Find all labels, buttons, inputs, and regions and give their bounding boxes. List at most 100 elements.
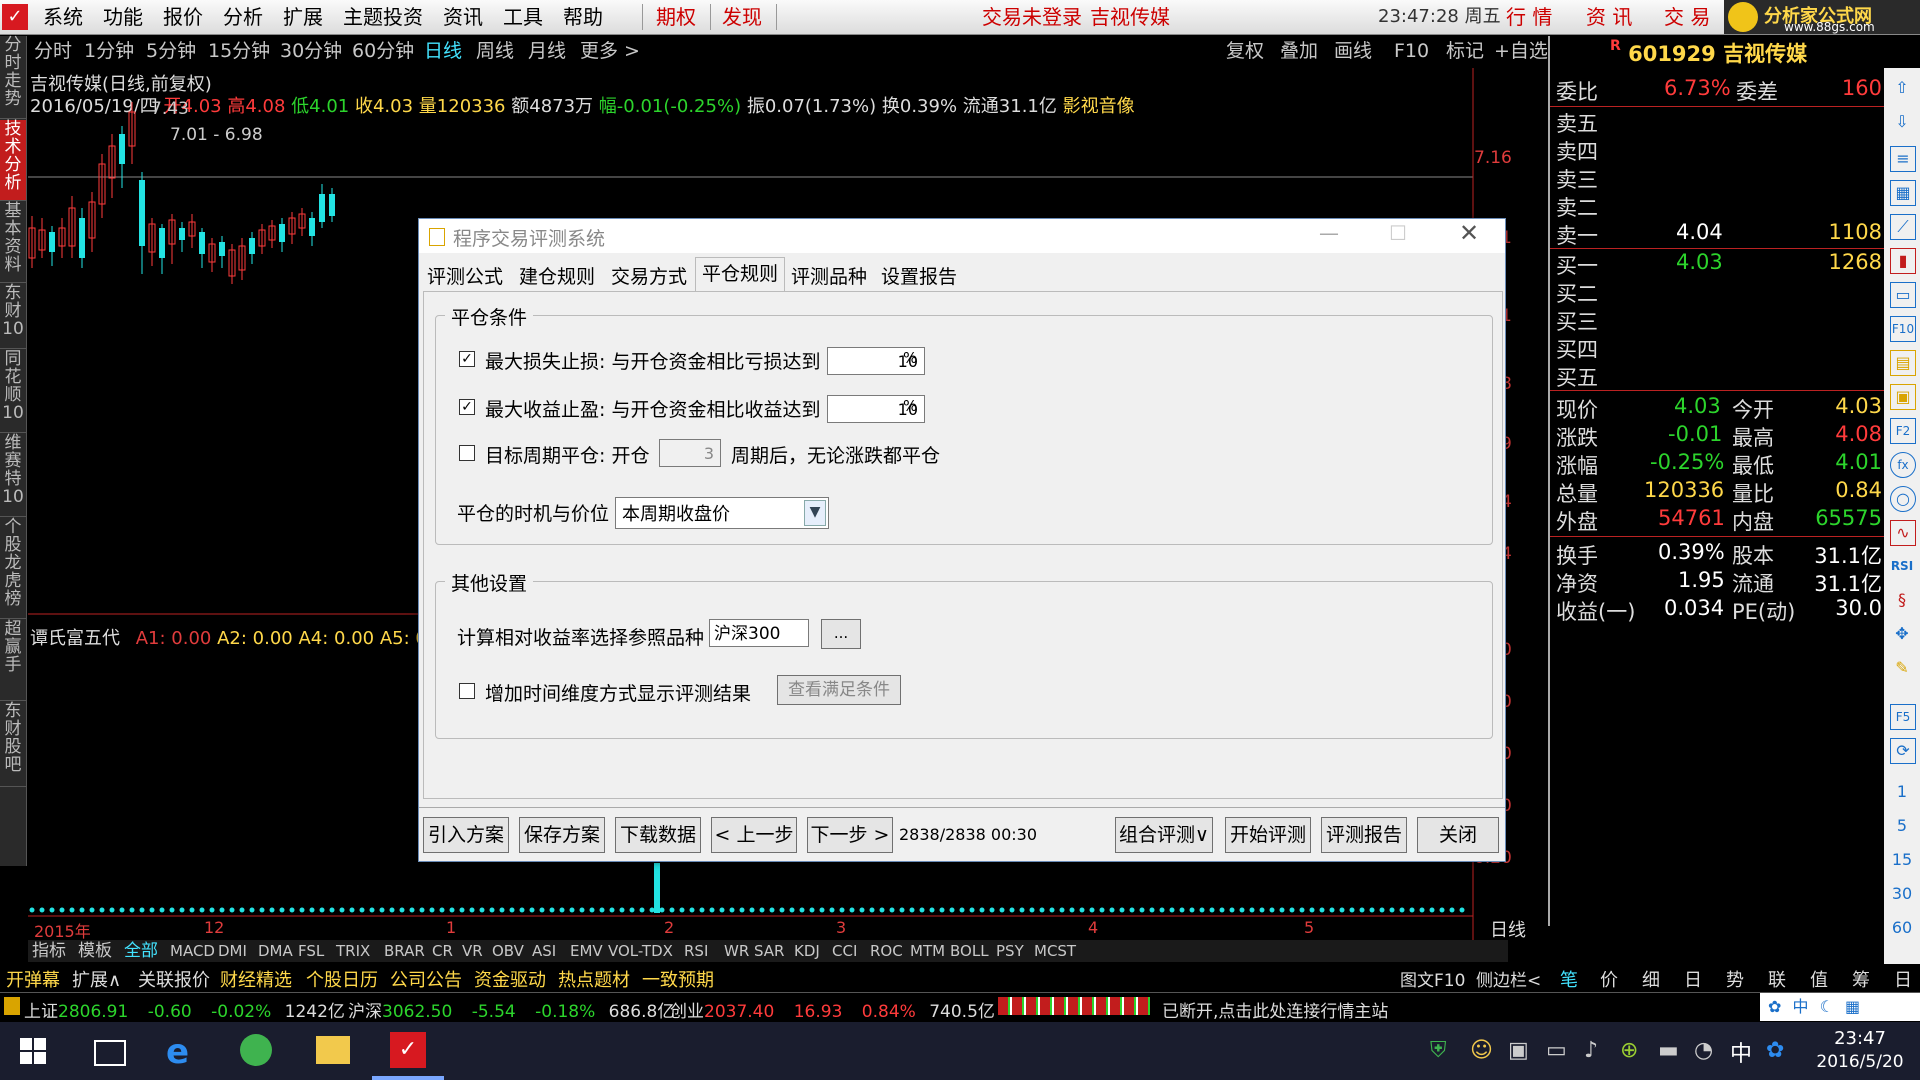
combo-test-button[interactable]: 组合评测∨: [1115, 817, 1213, 853]
pencil-icon[interactable]: ✎: [1890, 656, 1914, 680]
quote-tab-zhi[interactable]: 值: [1810, 966, 1828, 992]
quote-tab-bi[interactable]: 笔: [1560, 966, 1578, 992]
ask-row[interactable]: 卖一 4.04 1108: [1554, 220, 1884, 248]
period-15-link[interactable]: 15: [1890, 848, 1914, 872]
menu-discover[interactable]: 发现: [722, 0, 762, 34]
period-weekly[interactable]: 周线: [476, 36, 514, 66]
doc-icon[interactable]: ▣: [1890, 384, 1916, 410]
bottom-link[interactable]: 关联报价: [138, 966, 210, 992]
target-period-checkbox[interactable]: [459, 445, 475, 461]
quote-tab-shi[interactable]: 势: [1726, 966, 1744, 992]
rsi-icon[interactable]: RSI: [1890, 554, 1914, 578]
tab-formula[interactable]: 评测公式: [427, 261, 503, 293]
indicator-tab[interactable]: 全部: [124, 940, 158, 962]
vtab-eastmoney[interactable]: 东财10: [0, 284, 26, 349]
tab-instrument[interactable]: 评测品种: [791, 261, 867, 293]
bid-row[interactable]: 买三: [1554, 306, 1884, 334]
period-60-link[interactable]: 60: [1890, 916, 1914, 940]
connection-status[interactable]: 已断开,点击此处连接行情主站: [1162, 997, 1388, 1022]
close-timing-select[interactable]: 本周期收盘价 ▼: [615, 497, 829, 529]
bottom-link[interactable]: 一致预期: [642, 966, 714, 992]
indicator-tab[interactable]: RSI: [684, 940, 708, 962]
tab-close-rule[interactable]: 平仓规则: [695, 257, 786, 292]
volume-icon[interactable]: ♪: [1584, 1038, 1598, 1063]
vtab-super[interactable]: 超赢手: [0, 620, 26, 701]
bottom-link[interactable]: 资金驱动: [474, 966, 546, 992]
arrow-up-icon[interactable]: ⇧: [1890, 76, 1914, 100]
menu-extend[interactable]: 扩展: [278, 0, 338, 34]
battery-icon[interactable]: ▬: [1658, 1038, 1679, 1063]
vtab-ths[interactable]: 同花顺10: [0, 350, 26, 433]
vtab-guba[interactable]: 东财股吧: [0, 702, 26, 787]
period-daily[interactable]: 日线: [424, 36, 462, 66]
fx-icon[interactable]: fx: [1890, 452, 1916, 478]
period-5-link[interactable]: 5: [1890, 814, 1914, 838]
indicator-tab[interactable]: WR: [724, 940, 749, 962]
menu-analysis[interactable]: 分析: [218, 0, 278, 34]
tool-fuquan[interactable]: 复权: [1226, 36, 1264, 66]
sh-index[interactable]: 上证2806.91 -0.60 -0.02% 1242亿: [24, 997, 345, 1022]
next-step-button[interactable]: 下一步 >: [807, 817, 893, 853]
indicator-tab[interactable]: SAR: [754, 940, 784, 962]
ask-row[interactable]: 卖五: [1554, 108, 1884, 136]
period-30m[interactable]: 30分钟: [280, 36, 342, 66]
menu-help[interactable]: 帮助: [558, 0, 618, 34]
save-plan-button[interactable]: 保存方案: [519, 817, 605, 853]
period-fenshi[interactable]: 分时: [34, 36, 72, 66]
indicator-tab[interactable]: MTM: [910, 940, 945, 962]
indicator-tab[interactable]: ASI: [532, 940, 556, 962]
target-period-input[interactable]: 3: [659, 439, 721, 467]
f2-icon[interactable]: F2: [1890, 418, 1916, 444]
taskbar-time[interactable]: 23:47: [1810, 1028, 1910, 1049]
tool-mark[interactable]: 标记: [1446, 36, 1484, 66]
period-1m[interactable]: 1分钟: [84, 36, 134, 66]
menu-function[interactable]: 功能: [98, 0, 158, 34]
quote-tab-ri[interactable]: 日: [1684, 966, 1702, 992]
tag-icon[interactable]: §: [1890, 588, 1914, 612]
close-dialog-button[interactable]: 关闭: [1417, 817, 1499, 853]
vtab-dragon[interactable]: 个股龙虎榜: [0, 518, 26, 619]
windows-start-icon[interactable]: [20, 1038, 46, 1064]
period-30-link[interactable]: 30: [1890, 882, 1914, 906]
bottom-link[interactable]: 公司公告: [390, 966, 462, 992]
bottom-link[interactable]: 热点题材: [558, 966, 630, 992]
tool-f10[interactable]: F10: [1394, 36, 1429, 66]
move-icon[interactable]: ✥: [1890, 622, 1914, 646]
tool-draw[interactable]: 画线: [1334, 36, 1372, 66]
period-5m[interactable]: 5分钟: [146, 36, 196, 66]
indicator-tab[interactable]: VR: [462, 940, 483, 962]
view-conditions-button[interactable]: 查看满足条件: [777, 675, 901, 705]
tab-trade[interactable]: 交 易: [1664, 0, 1710, 34]
kline-icon[interactable]: ▮: [1890, 248, 1916, 274]
ask-row[interactable]: 卖三: [1554, 164, 1884, 192]
indicator-tab[interactable]: 模板: [78, 940, 112, 962]
indicator-tab[interactable]: CCI: [832, 940, 857, 962]
dialog-titlebar[interactable]: 程序交易评测系统 — ☐ ✕: [419, 219, 1505, 253]
bottom-link[interactable]: 开弹幕: [6, 966, 60, 992]
indicator-tab[interactable]: DMI: [218, 940, 247, 962]
stock-app-icon[interactable]: ✓: [390, 1032, 426, 1068]
indicator-tab[interactable]: OBV: [492, 940, 524, 962]
file-explorer-icon[interactable]: [316, 1036, 350, 1064]
indicator-tab[interactable]: MACD: [170, 940, 215, 962]
f5-icon[interactable]: F5: [1890, 704, 1916, 730]
chevron-down-icon[interactable]: ▼: [804, 500, 826, 526]
prev-step-button[interactable]: < 上一步: [711, 817, 797, 853]
taskbar-date[interactable]: 2016/5/20: [1800, 1052, 1920, 1072]
reference-input[interactable]: 沪深300: [709, 619, 809, 647]
indicator-tab[interactable]: TRIX: [336, 940, 370, 962]
period-monthly[interactable]: 月线: [528, 36, 566, 66]
bottom-link[interactable]: 财经精选: [220, 966, 292, 992]
bottom-link[interactable]: 扩展∧: [72, 966, 121, 992]
menu-theme[interactable]: 主题投资: [338, 0, 438, 34]
tab-trade-mode[interactable]: 交易方式: [611, 261, 687, 293]
camera-icon[interactable]: ▣: [1508, 1038, 1529, 1063]
task-view-icon[interactable]: [94, 1040, 126, 1066]
quote-tab-chou[interactable]: 筹: [1852, 966, 1870, 992]
bid-row[interactable]: 买五: [1554, 362, 1884, 390]
bid-row[interactable]: 买四: [1554, 334, 1884, 362]
wifi-icon[interactable]: ◔: [1694, 1038, 1713, 1063]
quote-tab-ri2[interactable]: 日: [1894, 966, 1912, 992]
browser-360-icon[interactable]: [240, 1034, 272, 1066]
indicator-tab[interactable]: ROC: [870, 940, 903, 962]
